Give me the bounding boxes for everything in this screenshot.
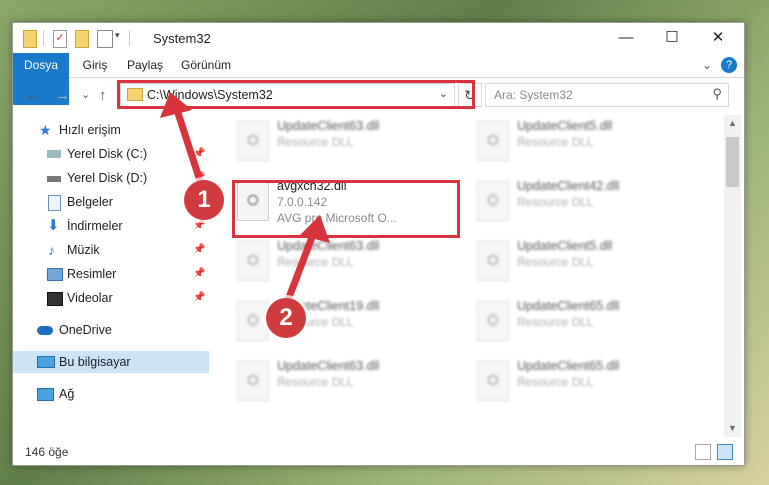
arrow-1 [160,92,207,194]
annotation-arrows [160,92,330,304]
step-1-badge: 1 [184,180,224,220]
step-2-badge: 2 [266,298,306,338]
arrow-2 [284,215,330,304]
